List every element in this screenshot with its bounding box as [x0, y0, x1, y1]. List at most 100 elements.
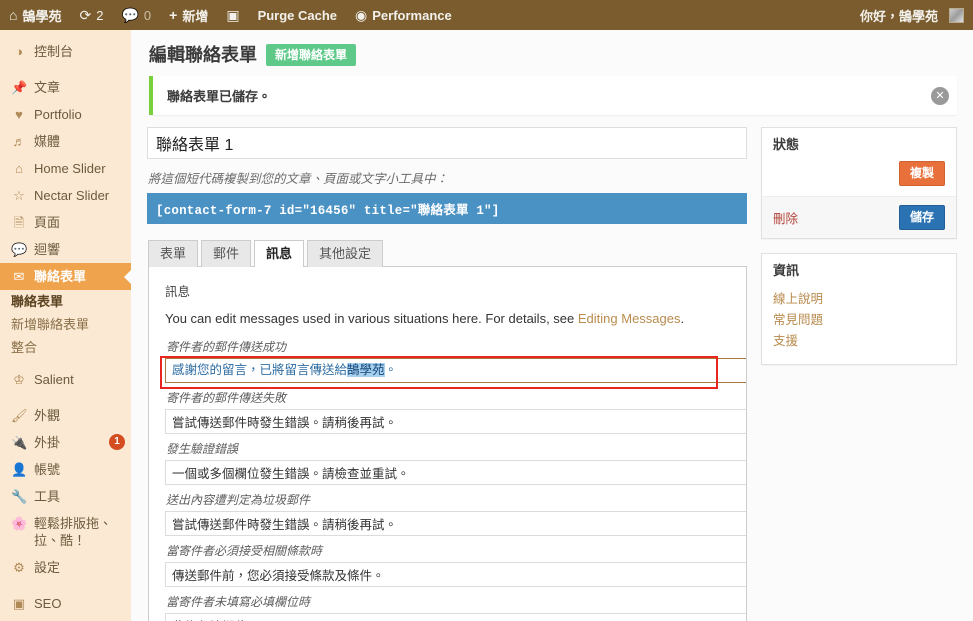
adminbar-site-link[interactable]: ⌂ 鵠學苑: [0, 0, 70, 30]
input-text-unselected: 感謝您的留言，已將留言傳送給: [172, 363, 348, 377]
page-header: 編輯聯絡表單 新增聯絡表單: [149, 44, 957, 66]
sidebar-item-seo[interactable]: ▣ SEO: [0, 590, 131, 617]
add-new-contact-form-button[interactable]: 新增聯絡表單: [266, 44, 357, 66]
adminbar-my-account[interactable]: 你好，鵠學苑: [851, 0, 973, 30]
delete-link[interactable]: 刪除: [773, 208, 798, 227]
panel-description: You can edit messages used in various si…: [165, 310, 732, 327]
message-field-validation-error: 發生驗證錯誤: [165, 442, 746, 485]
sidebar-subitem-integration[interactable]: 整合: [0, 336, 131, 359]
adminbar-greeting: 你好，鵠學苑: [859, 8, 938, 24]
menu-separator: [0, 581, 131, 590]
message-input-mail-failed[interactable]: [165, 409, 746, 434]
sidebar-item-page-builder[interactable]: 🌸 輕鬆排版拖、拉、酷！: [0, 510, 131, 554]
message-field-sender-mail-failed: 寄件者的郵件傳送失敗: [165, 391, 746, 434]
status-metabox-title: 狀態: [773, 137, 800, 152]
seo-icon: ▣: [226, 7, 240, 23]
saved-notice-text: 聯絡表單已儲存。: [167, 89, 272, 104]
sidebar-item-home-slider[interactable]: ⌂ Home Slider: [0, 155, 131, 182]
sidebar-item-settings[interactable]: ⚙ 設定: [0, 554, 131, 581]
message-input-spam[interactable]: [165, 511, 746, 536]
messages-panel: 訊息 You can edit messages used in various…: [148, 266, 747, 621]
sidebar-item-label: 外觀: [34, 408, 61, 423]
sidebar-item-nectar-slider[interactable]: ☆ Nectar Slider: [0, 182, 131, 209]
sidebar-item-label: 帳號: [34, 462, 61, 477]
info-metabox: 資訊 線上說明 常見問題 支援: [761, 253, 957, 365]
envelope-icon: ✉: [13, 269, 25, 284]
sidebar-item-pages[interactable]: 🗎 頁面: [0, 209, 131, 236]
tab-mail[interactable]: 郵件: [201, 240, 252, 267]
duplicate-button[interactable]: 複製: [898, 161, 945, 186]
home-icon: ⌂: [15, 161, 23, 176]
adminbar-seo[interactable]: ▣: [217, 0, 248, 30]
sidebar-item-salient[interactable]: ♔ Salient: [0, 366, 131, 393]
tab-messages[interactable]: 訊息: [254, 240, 305, 267]
performance-icon: ◉: [355, 7, 368, 23]
sidebar-submenu: 聯絡表單 新增聯絡表單 整合: [0, 290, 131, 366]
field-label: 發生驗證錯誤: [166, 442, 239, 456]
adminbar-new-content[interactable]: + 新增: [160, 0, 217, 30]
form-title-input[interactable]: [147, 127, 747, 159]
sidebar-item-comments[interactable]: 💬 迴響: [0, 236, 131, 263]
sidebar-item-contact-forms[interactable]: ✉ 聯絡表單: [0, 263, 131, 290]
message-field-required: 當寄件者未填寫必填欄位時: [165, 595, 746, 621]
info-link-faq[interactable]: 常見問題: [773, 310, 945, 331]
info-metabox-title: 資訊: [773, 263, 800, 278]
field-label: 當寄件者必須接受相關條款時: [166, 544, 323, 558]
message-input-accept-terms[interactable]: [165, 562, 746, 587]
panel-legend: 訊息: [165, 285, 191, 299]
adminbar-site-name: 鵠學苑: [22, 8, 62, 24]
menu-separator: [0, 65, 131, 74]
message-input-mail-sent-ok[interactable]: 感謝您的留言，已將留言傳送給鵠學苑。: [165, 358, 746, 383]
message-input-required[interactable]: [165, 613, 746, 621]
sidebar-subitem-add-new[interactable]: 新增聯絡表單: [0, 313, 131, 336]
content-columns: 將這個短代碼複製到您的文章、頁面或文字小工具中： [contact-form-7…: [147, 127, 957, 621]
save-button[interactable]: 儲存: [898, 205, 945, 230]
sidebar-subitem-contact-forms[interactable]: 聯絡表單: [0, 290, 131, 313]
plugins-update-badge: 1: [109, 434, 125, 450]
sidebar-item-posts[interactable]: 📌 文章: [0, 74, 131, 101]
adminbar-purge-cache[interactable]: Purge Cache: [249, 0, 346, 30]
adminbar-updates[interactable]: ⟳ 2: [70, 0, 112, 30]
media-icon: ♬: [12, 134, 26, 149]
close-circle-icon[interactable]: ✕: [931, 86, 949, 105]
message-input-validation-error[interactable]: [165, 460, 746, 485]
wrench-icon: 🔧: [11, 489, 28, 504]
sidebar-item-label: 輕鬆排版拖、拉、酷！: [34, 516, 113, 548]
sidebar-item-plugins[interactable]: 🔌 外掛 1: [0, 429, 131, 456]
adminbar-comments[interactable]: 💬 0: [112, 0, 160, 30]
sidebar-item-portfolio[interactable]: ♥ Portfolio: [0, 101, 131, 128]
menu-separator: [0, 393, 131, 402]
sidebar-item-appearance[interactable]: 🖌 外觀: [0, 402, 131, 429]
status-metabox: 狀態 複製 刪除 儲存: [761, 127, 957, 239]
sidebar-item-label: 控制台: [34, 44, 74, 59]
saved-notice: 聯絡表單已儲存。 ✕: [149, 76, 957, 115]
brush-icon: 🖌: [11, 408, 28, 423]
sidebar-item-label: 聯絡表單: [34, 269, 87, 284]
pin-icon: 📌: [11, 80, 28, 95]
sidebar-item-users[interactable]: 👤 帳號: [0, 456, 131, 483]
shortcode-display[interactable]: [contact-form-7 id="16456" title="聯絡表單 1…: [147, 193, 747, 224]
sidebar-item-dashboard[interactable]: ◑ 控制台: [0, 38, 131, 65]
adminbar-performance[interactable]: ◉ Performance: [346, 0, 461, 30]
plus-icon: +: [169, 7, 178, 23]
message-field-spam: 送出內容遭判定為垃圾郵件: [165, 493, 746, 536]
sidebar-item-tools[interactable]: 🔧 工具: [0, 483, 131, 510]
editing-messages-link[interactable]: Editing Messages: [578, 311, 681, 326]
sidebar-item-label: 設定: [34, 560, 61, 575]
message-field-sender-mail-sent-ok: 寄件者的郵件傳送成功 感謝您的留言，已將留言傳送給鵠學苑。: [160, 340, 746, 389]
info-link-support[interactable]: 支援: [773, 331, 945, 352]
tab-additional-settings[interactable]: 其他設定: [307, 240, 384, 267]
tab-form[interactable]: 表單: [148, 240, 199, 267]
sidebar-item-performance[interactable]: ◉ Performance: [0, 617, 131, 621]
sidebar-item-label: Portfolio: [34, 107, 82, 122]
field-label: 送出內容遭判定為垃圾郵件: [166, 493, 311, 507]
main-content: 編輯聯絡表單 新增聯絡表單 聯絡表單已儲存。 ✕ 將這個短代碼複製到您的文章、頁…: [131, 30, 973, 621]
comment-icon: 💬: [11, 242, 28, 257]
info-link-docs[interactable]: 線上說明: [773, 289, 945, 310]
panel-description-text: You can edit messages used in various si…: [165, 311, 578, 326]
seo-icon: ▣: [12, 596, 26, 611]
field-label: 寄件者的郵件傳送失敗: [166, 391, 287, 405]
sidebar-item-media[interactable]: ♬ 媒體: [0, 128, 131, 155]
input-text-selected: 鵠學苑: [347, 363, 385, 377]
sidebar-item-label: 文章: [34, 80, 61, 95]
